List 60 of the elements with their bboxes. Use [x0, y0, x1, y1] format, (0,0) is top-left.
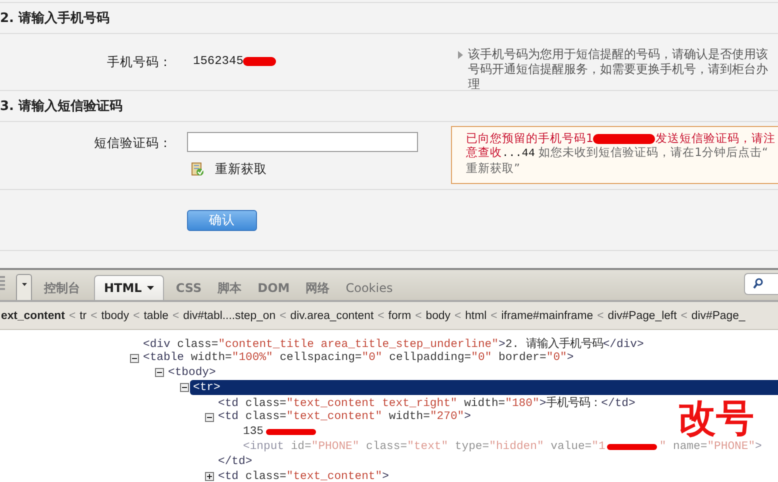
breadcrumb-separator: <: [280, 310, 286, 322]
code-text[interactable]: 135: [243, 426, 264, 438]
expand-icon[interactable]: [205, 472, 214, 482]
breadcrumb-separator: <: [133, 310, 140, 322]
search-field[interactable]: [744, 273, 778, 295]
handwritten-annotation: 改号: [678, 398, 754, 438]
triangle-bullet-icon: [458, 51, 463, 59]
breadcrumb-item[interactable]: body: [424, 310, 452, 322]
alert-text: 意查收...44 如您未收到短信验证码，请在1分钟后点击“: [466, 145, 768, 162]
collapse-icon[interactable]: [180, 383, 189, 392]
alert-text: 发送短信验证码，请注: [655, 131, 776, 146]
search-icon: [753, 278, 763, 289]
redaction-mark: [593, 134, 656, 144]
code-text[interactable]: <table width="100%" cellspacing="0" cellpadding="0" border="0">: [143, 352, 574, 364]
redaction-mark: [607, 444, 658, 450]
code-text[interactable]: <td class="text_content" width="270">: [218, 411, 471, 424]
panel-tab[interactable]: HTML: [94, 275, 164, 300]
breadcrumb-separator: <: [597, 310, 604, 322]
refresh-link[interactable]: 重新获取: [215, 161, 267, 178]
breadcrumb-item[interactable]: tr: [78, 310, 88, 322]
breadcrumb-item[interactable]: ext_content: [0, 310, 66, 322]
code-text[interactable]: </td>: [218, 456, 252, 468]
breadcrumb-separator: <: [378, 310, 384, 322]
code-text[interactable]: <td class="text_content">: [218, 470, 389, 482]
breadcrumb-separator: <: [90, 310, 98, 322]
section-title: 2. 请输入手机号码: [0, 10, 110, 27]
caret-icon: [22, 283, 26, 286]
code-text[interactable]: <tbody>: [168, 366, 216, 379]
breadcrumb-separator: <: [172, 310, 180, 322]
breadcrumb-separator: <: [415, 310, 422, 322]
phone-number: 1562345: [193, 54, 244, 68]
code-text[interactable]: <td class="text_content text_right" width="180">手机号码：</td>: [218, 395, 636, 410]
code-text[interactable]: <div class="content_title area_title_step_underline">2. 请输入手机号码</div>: [143, 336, 644, 351]
field-label: 手机号码：: [106, 53, 173, 71]
breadcrumb-item[interactable]: div.area_content: [289, 310, 375, 322]
breadcrumb-item[interactable]: div#Page_left: [606, 310, 678, 322]
section-title: 3. 请输入短信验证码: [0, 98, 123, 115]
breadcrumb-separator: <: [680, 310, 688, 322]
breadcrumb-item[interactable]: html: [464, 310, 488, 322]
breadcrumb-item[interactable]: table: [142, 310, 170, 322]
breadcrumb-item[interactable]: iframe#mainframe: [500, 310, 594, 322]
breadcrumb-item[interactable]: div#tabl....step_on: [182, 310, 277, 322]
collapse-icon[interactable]: [205, 412, 214, 422]
breadcrumb-item[interactable]: div#Page_: [690, 310, 746, 322]
breadcrumb-item[interactable]: tbody: [100, 310, 130, 322]
alert-text: 已向您预留的手机号码1: [466, 131, 594, 146]
redaction-mark: [266, 429, 316, 436]
refresh-icon: [191, 162, 204, 177]
breadcrumb-separator: <: [454, 310, 462, 322]
verification-code-field[interactable]: [187, 132, 418, 152]
breadcrumb-separator: <: [490, 310, 498, 322]
hint-text: 重新获取”: [466, 161, 520, 176]
breadcrumb-item[interactable]: form: [387, 310, 412, 322]
field-label: 短信验证码：: [93, 134, 173, 152]
breadcrumb-separator: <: [68, 310, 76, 322]
collapse-icon[interactable]: [155, 368, 164, 378]
collapse-icon[interactable]: [130, 354, 139, 363]
code-text[interactable]: <tr>: [193, 382, 220, 394]
hint-text: 该手机号码为您用于短信提醒的号码，请确认是否使用该号码开通短信提醒服务，如需要更换手机号，请到柜台办理: [468, 47, 769, 92]
redaction-mark: [243, 56, 276, 66]
